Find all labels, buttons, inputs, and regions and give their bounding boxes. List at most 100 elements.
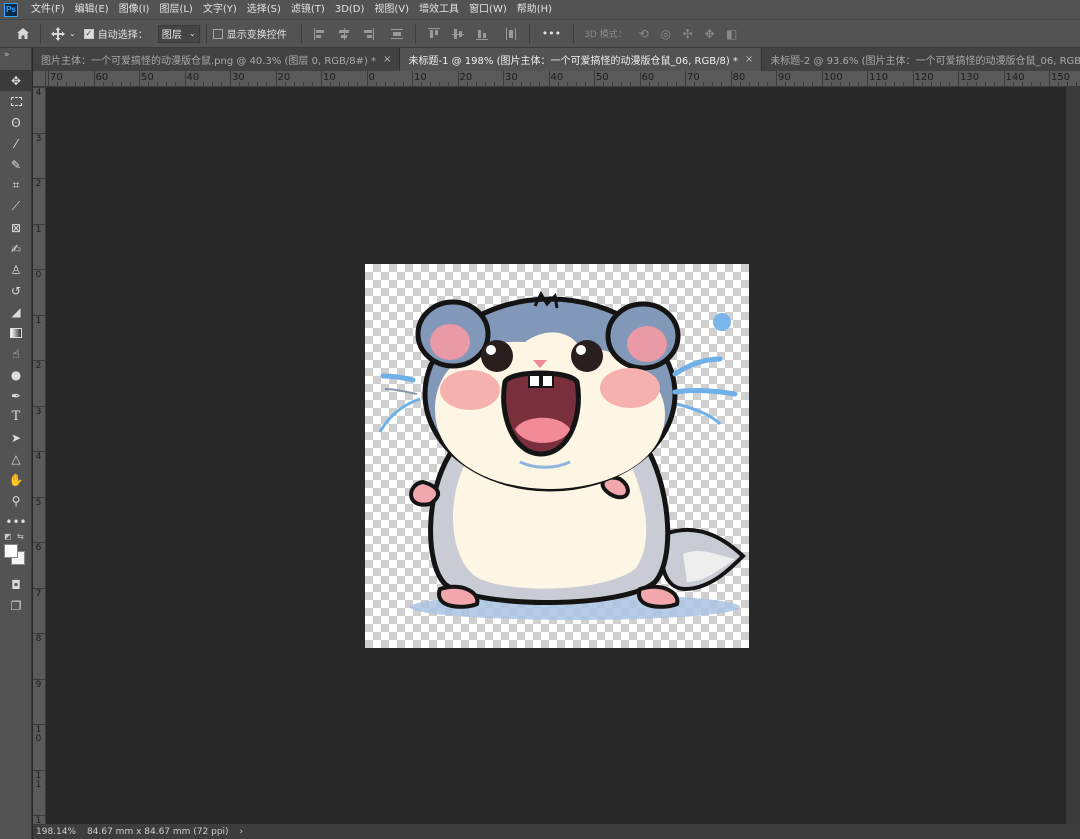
swap-colors-icon[interactable]: ⇆ — [17, 532, 24, 541]
document-canvas[interactable] — [365, 264, 749, 648]
ruler-minor-tick — [311, 82, 313, 86]
ruler-corner[interactable] — [33, 71, 46, 87]
eraser-icon[interactable]: ◢ — [0, 301, 32, 322]
ruler-minor-tick — [193, 82, 195, 86]
align-bottom-icon[interactable] — [475, 27, 489, 41]
photoshop-logo-icon[interactable]: Ps — [4, 2, 18, 17]
frame-icon[interactable]: ⊠ — [0, 217, 32, 238]
show-transform-checkbox[interactable] — [212, 28, 223, 39]
eyedropper-icon[interactable]: ⟋ — [0, 196, 32, 217]
align-top-icon[interactable] — [427, 27, 441, 41]
history-brush-icon[interactable]: ↺ — [0, 280, 32, 301]
vertical-scrollbar[interactable] — [1066, 87, 1080, 824]
align-middle-v-icon[interactable] — [451, 27, 465, 41]
move-tool-icon[interactable]: ✥ — [0, 70, 32, 91]
auto-select-label: 自动选择： — [97, 30, 148, 41]
menu-view[interactable]: 视图(V) — [369, 0, 414, 19]
ruler-major-tick — [184, 71, 186, 86]
collapse-toolbox-icon[interactable]: » — [0, 48, 31, 70]
screen-mode-icon[interactable]: ❐ — [0, 595, 32, 616]
lasso-icon[interactable]: ʘ — [0, 112, 32, 133]
hand-icon[interactable]: ✋ — [0, 469, 32, 490]
menu-window[interactable]: 窗口(W) — [464, 0, 512, 19]
menu-select[interactable]: 选择(S) — [242, 0, 286, 19]
chevron-down-icon[interactable]: ⌄ — [69, 29, 76, 38]
layer-select-dropdown[interactable]: 图层 ⌄ — [157, 24, 200, 43]
magic-wand-icon[interactable]: ⁄ — [0, 133, 32, 154]
slide-3d-icon[interactable]: ✥ — [699, 27, 721, 41]
zoom-level[interactable]: 198.14% — [36, 827, 76, 837]
path-selection-icon[interactable]: ➤ — [0, 427, 32, 448]
smudge-icon[interactable]: ☝ — [0, 343, 32, 364]
roll-3d-icon[interactable]: ◎ — [655, 27, 677, 41]
close-icon[interactable]: × — [383, 54, 391, 65]
ruler-minor-tick — [930, 82, 932, 86]
ruler-minor-tick — [830, 82, 832, 86]
object-selection-icon[interactable]: ✎ — [0, 154, 32, 175]
clone-stamp-icon[interactable]: ♙ — [0, 259, 32, 280]
separator — [414, 23, 416, 44]
options-bar: ⌄ ✓ 自动选择： 图层 ⌄ 显示变换控件 ••• 3D 模式： ⟲ ◎ ✣ ✥… — [0, 19, 1080, 48]
ruler-minor-tick — [584, 82, 586, 86]
video-camera-icon[interactable]: ◧ — [721, 27, 743, 41]
menu-type[interactable]: 文字(Y) — [198, 0, 242, 19]
align-left-icon[interactable] — [313, 27, 327, 41]
vertical-ruler[interactable]: 43210123456789101112 — [33, 87, 46, 824]
more-options-button[interactable]: ••• — [542, 27, 561, 40]
menu-layer[interactable]: 图层(L) — [154, 0, 197, 19]
menu-file[interactable]: 文件(F) — [26, 0, 70, 19]
ruler-label: 12 — [35, 816, 42, 825]
close-icon[interactable]: × — [745, 54, 753, 65]
ruler-minor-tick — [739, 82, 741, 86]
align-right-icon[interactable] — [361, 27, 375, 41]
ruler-major-tick — [912, 71, 914, 86]
ruler-minor-tick — [475, 82, 477, 86]
shape-icon[interactable]: △ — [0, 448, 32, 469]
ruler-minor-tick — [876, 82, 878, 86]
ruler-label: 8 — [35, 634, 42, 644]
hamster-illustration — [378, 290, 746, 620]
distribute-vertical-icon[interactable] — [390, 27, 404, 41]
document-tab-2[interactable]: 未标题-1 @ 198% (图片主体：一个可爱搞怪的动漫版仓鼠_06, RGB/… — [400, 48, 763, 71]
orbit-3d-icon[interactable]: ⟲ — [633, 27, 655, 41]
menu-help[interactable]: 帮助(H) — [512, 0, 557, 19]
home-icon[interactable] — [12, 23, 34, 45]
gradient-icon[interactable] — [0, 322, 32, 343]
ruler-minor-tick — [939, 82, 941, 86]
align-center-h-icon[interactable] — [337, 27, 351, 41]
menu-image[interactable]: 图像(I) — [114, 0, 155, 19]
ruler-minor-tick — [666, 82, 668, 86]
type-icon[interactable]: T — [0, 406, 32, 427]
move-tool-preset-icon[interactable] — [47, 23, 69, 45]
ruler-minor-tick — [621, 82, 623, 86]
ruler-minor-tick — [421, 82, 423, 86]
menu-filter[interactable]: 滤镜(T) — [286, 0, 330, 19]
document-tab-1[interactable]: 图片主体：一个可爱搞怪的动漫版仓鼠.png @ 40.3% (图层 0, RGB… — [33, 48, 401, 71]
ruler-major-tick — [275, 71, 277, 86]
distribute-horizontal-icon[interactable] — [504, 27, 518, 41]
ruler-minor-tick — [703, 82, 705, 86]
dodge-icon[interactable]: ● — [0, 364, 32, 385]
drag-3d-icon[interactable]: ✣ — [677, 27, 699, 41]
ruler-label: 11 — [35, 770, 42, 790]
brush-icon[interactable]: ✍ — [0, 238, 32, 259]
ruler-minor-tick — [339, 82, 341, 86]
zoom-icon[interactable]: ⚲ — [0, 490, 32, 511]
document-tab-3[interactable]: 未标题-2 @ 93.6% (图片主体：一个可爱搞怪的动漫版仓鼠_06, RGB… — [762, 48, 1080, 71]
menu-3d[interactable]: 3D(D) — [330, 0, 370, 19]
menu-plugins[interactable]: 增效工具 — [414, 0, 464, 19]
foreground-color-swatch[interactable] — [4, 544, 18, 558]
quick-mask-icon[interactable]: ◘ — [0, 574, 32, 595]
status-menu-arrow-icon[interactable]: › — [240, 827, 244, 837]
auto-select-checkbox[interactable]: ✓ — [83, 28, 94, 39]
rectangular-marquee-icon[interactable] — [0, 91, 32, 112]
ruler-minor-tick — [293, 82, 295, 86]
default-colors-icon[interactable]: ◩ — [4, 532, 12, 541]
menu-edit[interactable]: 编辑(E) — [70, 0, 114, 19]
pen-icon[interactable]: ✒ — [0, 385, 32, 406]
horizontal-ruler[interactable]: 70 60 50 40 30 20 10 0 10 20 30 40 50 60 70 80 90 100 110 1… — [46, 71, 1080, 87]
ruler-major-tick — [93, 71, 95, 86]
crop-icon[interactable]: ⌗ — [0, 175, 32, 196]
more-tools-icon[interactable]: ••• — [0, 511, 32, 532]
ruler-minor-tick — [393, 82, 395, 86]
